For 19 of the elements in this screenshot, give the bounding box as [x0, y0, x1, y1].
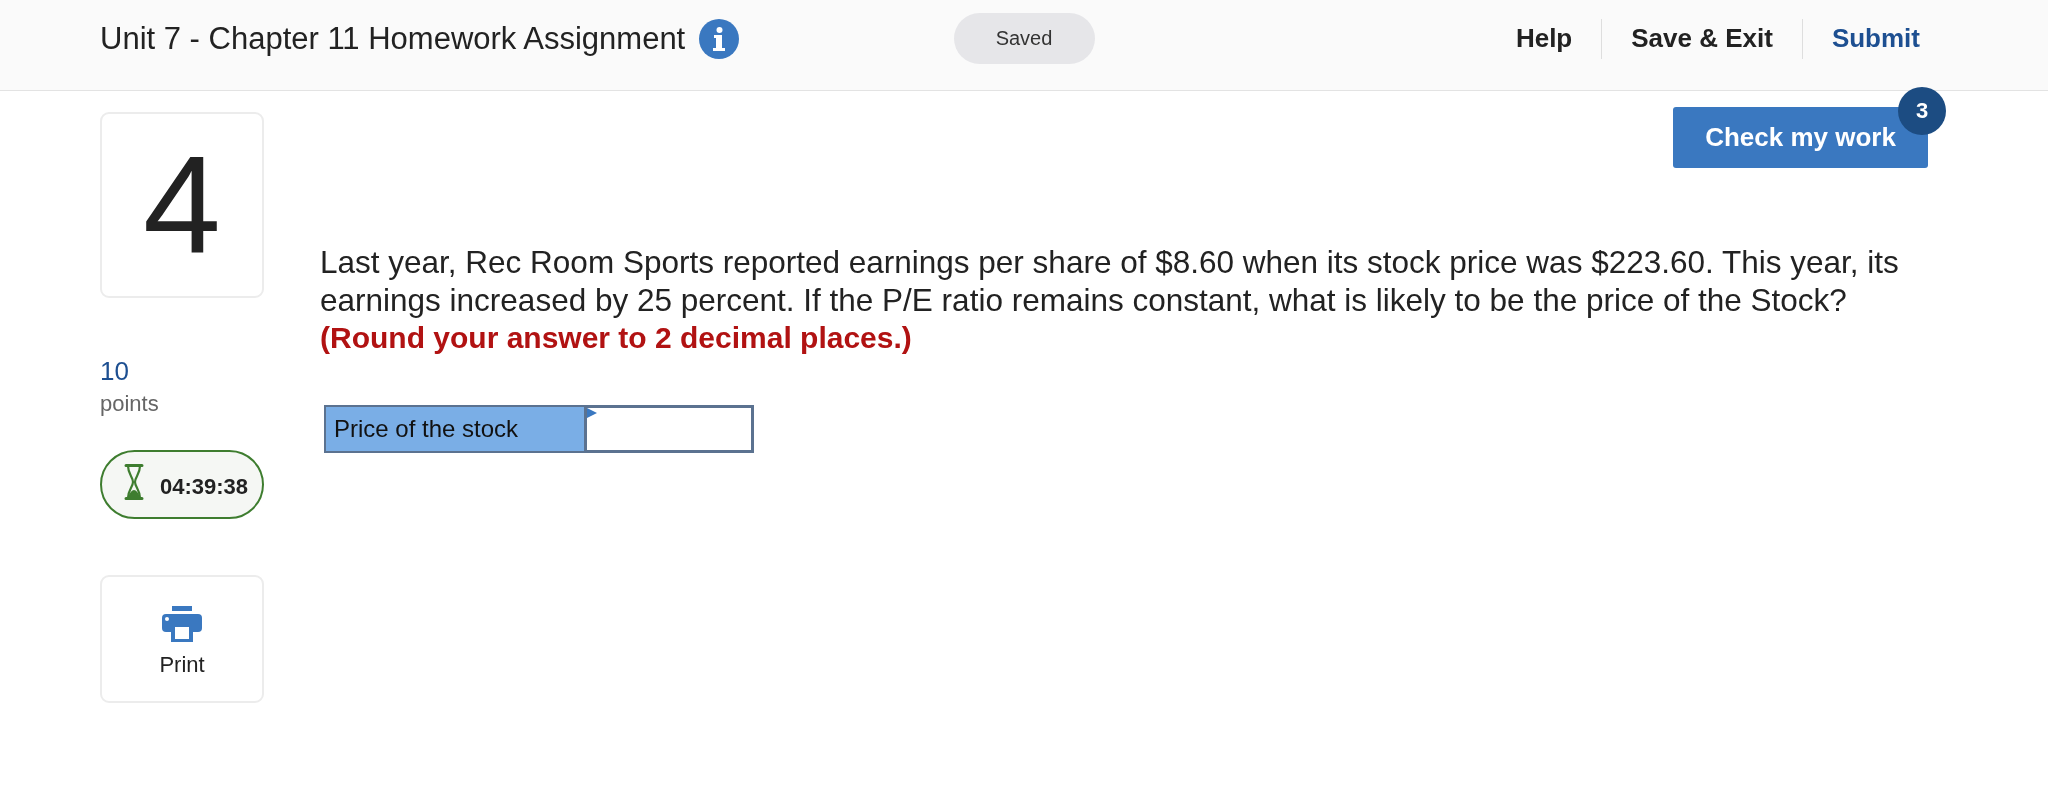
points-value: 10	[100, 355, 129, 387]
answer-field[interactable]	[584, 405, 754, 453]
corner-marker-icon	[587, 408, 597, 418]
question-text: Last year, Rec Room Sports reported earnings per share of $8.60 when its stock price was $223.60. This year, its earnings increased by 25 percent. If the P/E ratio remains constant, what is likely to be the price of the Stock?	[320, 243, 1900, 319]
header-link[interactable]: Submit	[1802, 23, 1948, 54]
time-remaining: 04:39:38	[160, 473, 249, 500]
answer-label: Price of the stock	[324, 405, 584, 453]
points-label: points	[100, 390, 159, 418]
question-number: 4	[100, 112, 264, 298]
print-button[interactable]: Print	[100, 575, 264, 703]
info-icon[interactable]	[699, 18, 740, 59]
attempts-count: 3	[1898, 87, 1946, 135]
printer-icon	[162, 606, 202, 642]
header-link[interactable]: Help	[1486, 23, 1602, 54]
assignment-title: Unit 7 - Chapter 11 Homework Assignment	[100, 20, 686, 57]
rounding-instruction: (Round your answer to 2 decimal places.)	[320, 320, 912, 356]
save-status: Saved	[953, 13, 1095, 64]
hourglass-icon	[124, 463, 144, 500]
header-link[interactable]: Save & Exit	[1602, 23, 1802, 54]
